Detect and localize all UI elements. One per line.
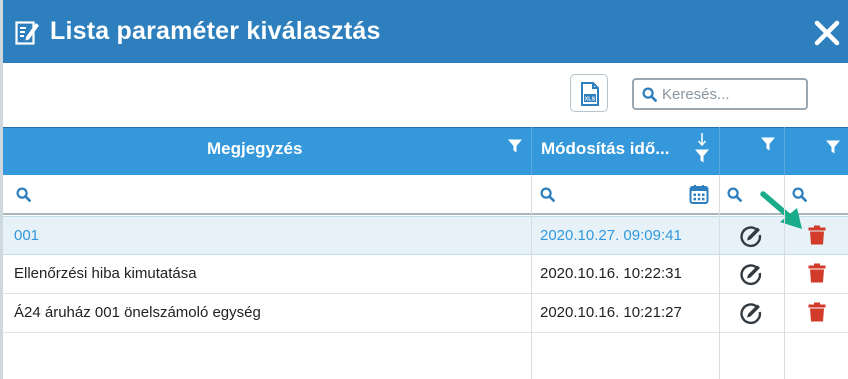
- edit-document-icon: [15, 21, 39, 45]
- search-icon[interactable]: [540, 187, 555, 202]
- sort-descending-icon[interactable]: [695, 132, 709, 148]
- parameter-grid: Megjegyzés Módosítás idő... 001 2020.10.…: [3, 127, 848, 379]
- header-divider: [784, 127, 785, 175]
- edit-circle-icon[interactable]: [739, 301, 763, 325]
- edit-circle-icon[interactable]: [739, 262, 763, 286]
- column-header-edit[interactable]: [720, 127, 784, 175]
- svg-text:XLS: XLS: [585, 97, 596, 103]
- table-row[interactable]: Á24 áruház 001 önelszámoló egység 2020.1…: [3, 294, 848, 333]
- search-icon[interactable]: [727, 187, 742, 202]
- column-header-modified[interactable]: Módosítás idő...: [532, 127, 719, 175]
- trash-icon[interactable]: [808, 263, 826, 283]
- filter-row: [3, 175, 848, 215]
- table-row[interactable]: 001 2020.10.27. 09:09:41: [3, 191, 848, 255]
- header-divider: [719, 127, 720, 175]
- header-divider: [531, 127, 532, 175]
- filter-icon[interactable]: [507, 138, 523, 154]
- row-note: 001: [14, 227, 40, 244]
- row-modified: 2020.10.16. 10:21:27: [540, 304, 682, 321]
- row-note: Ellenőrzési hiba kimutatása: [14, 265, 197, 282]
- column-header-modified-label: Módosítás idő...: [541, 139, 670, 158]
- column-divider: [531, 175, 532, 379]
- search-field[interactable]: [632, 78, 808, 110]
- row-note: Á24 áruház 001 önelszámoló egység: [14, 304, 261, 321]
- dialog-title: Lista paraméter kiválasztás: [50, 17, 381, 45]
- row-modified: 2020.10.16. 10:22:31: [540, 265, 682, 282]
- filter-icon[interactable]: [825, 139, 841, 155]
- row-modified: 2020.10.27. 09:09:41: [540, 227, 682, 244]
- column-header-note[interactable]: Megjegyzés: [3, 127, 531, 175]
- file-export-icon: XLS: [581, 82, 599, 106]
- search-icon: [642, 87, 657, 102]
- column-header-note-label: Megjegyzés: [207, 139, 303, 158]
- filter-icon[interactable]: [760, 136, 776, 152]
- close-icon[interactable]: [813, 19, 841, 47]
- search-icon[interactable]: [16, 187, 31, 202]
- dialog-titlebar: Lista paraméter kiválasztás: [3, 0, 848, 63]
- search-input[interactable]: [662, 84, 802, 104]
- column-divider: [719, 175, 720, 379]
- column-header-delete[interactable]: [785, 127, 848, 175]
- export-button[interactable]: XLS: [570, 74, 608, 112]
- column-divider: [784, 175, 785, 379]
- filter-icon[interactable]: [694, 148, 710, 164]
- parameter-list-dialog: Lista paraméter kiválasztás XLS Megjegyz…: [0, 0, 848, 379]
- trash-icon[interactable]: [808, 302, 826, 322]
- calendar-icon[interactable]: [689, 184, 709, 204]
- table-row[interactable]: Ellenőrzési hiba kimutatása 2020.10.16. …: [3, 255, 848, 294]
- pointer-arrow-icon: [760, 191, 802, 229]
- trash-icon[interactable]: [808, 225, 826, 245]
